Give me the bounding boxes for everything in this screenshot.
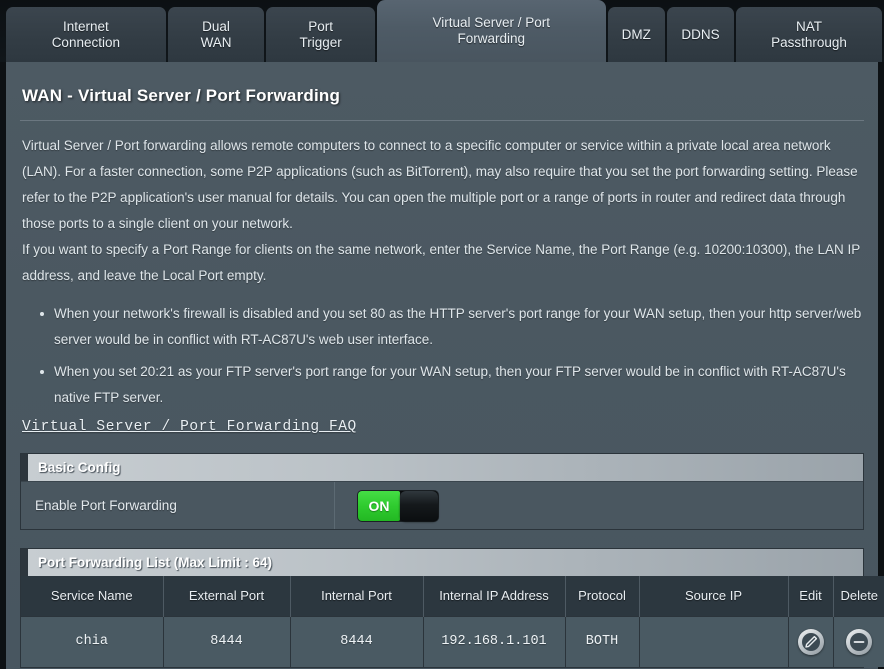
enable-port-forwarding-toggle[interactable]: ON [357,489,439,522]
column-header-edit: Edit [788,576,834,616]
note-item: When you set 20:21 as your FTP server's … [40,359,864,411]
basic-config-body: Enable Port Forwarding ON [21,481,863,529]
toggle-on-label: ON [358,490,400,521]
table-body: chia 8444 8444 192.168.1.101 BOTH [21,615,884,667]
table-row: chia 8444 8444 192.168.1.101 BOTH [21,615,884,667]
basic-config-header: Basic Config [21,454,863,481]
basic-config-section: Basic Config Enable Port Forwarding ON [20,453,864,530]
tab-dual-wan[interactable]: Dual WAN [167,7,265,62]
tab-port-trigger[interactable]: Port Trigger [266,7,375,62]
port-forwarding-table: Service Name External Port Internal Port… [21,576,884,667]
enable-port-forwarding-label: Enable Port Forwarding [21,482,335,529]
column-header-internal-ip-address: Internal IP Address [423,576,566,616]
cell-source-ip [639,615,789,667]
router-admin-page: Internet Connection Dual WAN Port Trigge… [0,0,884,669]
faq-link[interactable]: Virtual Server / Port Forwarding FAQ [22,419,357,435]
tab-label: DMZ [621,26,651,42]
tab-label: Dual WAN [200,18,232,50]
tab-label: NAT Passthrough [771,18,847,50]
description-block: Virtual Server / Port forwarding allows … [16,121,868,289]
main-panel: WAN - Virtual Server / Port Forwarding V… [0,62,884,669]
minus-circle-icon[interactable] [846,628,873,655]
port-forwarding-list-header-label: Port Forwarding List (Max Limit : 64) [38,555,273,570]
description-paragraph-2: If you want to specify a Port Range for … [22,242,860,283]
page-title: WAN - Virtual Server / Port Forwarding [22,86,341,105]
column-header-protocol: Protocol [565,576,640,616]
port-forwarding-list-header: Port Forwarding List (Max Limit : 64) [21,549,863,576]
cell-edit [788,615,834,667]
tab-label: Internet Connection [51,18,120,50]
column-header-service-name: Service Name [21,576,164,616]
table-header: Service Name External Port Internal Port… [21,576,884,616]
enable-port-forwarding-control: ON [335,482,863,529]
cell-service-name: chia [21,615,164,667]
note-item: When your network's firewall is disabled… [40,301,864,353]
pencil-icon[interactable] [797,628,824,655]
description-paragraph-1: Virtual Server / Port forwarding allows … [22,138,858,231]
tab-nat-passthrough[interactable]: NAT Passthrough [736,7,883,62]
column-header-internal-port: Internal Port [290,576,424,616]
cell-internal-port: 8444 [290,615,424,667]
toggle-knob[interactable] [400,490,438,521]
tab-label: Port Trigger [299,18,342,50]
cell-delete [833,615,884,667]
tab-virtual-server-port-forwarding[interactable]: Virtual Server / Port Forwarding [376,0,606,62]
tab-internet-connection[interactable]: Internet Connection [6,7,166,62]
cell-protocol: BOTH [565,615,640,667]
cell-internal-ip-address: 192.168.1.101 [423,615,566,667]
panel-inner: WAN - Virtual Server / Port Forwarding V… [6,62,884,668]
column-header-delete: Delete [833,576,884,616]
column-header-source-ip: Source IP [639,576,789,616]
port-forwarding-list-section: Port Forwarding List (Max Limit : 64) Se… [20,548,884,668]
tab-label: Virtual Server / Port Forwarding [432,15,551,46]
wan-tab-bar: Internet Connection Dual WAN Port Trigge… [0,0,884,62]
table-header-row: Service Name External Port Internal Port… [21,576,884,616]
column-header-external-port: External Port [163,576,291,616]
cell-external-port: 8444 [163,615,291,667]
tab-dmz[interactable]: DMZ [607,7,665,62]
tab-label: DDNS [681,26,720,42]
tab-ddns[interactable]: DDNS [666,7,735,62]
basic-config-header-label: Basic Config [38,460,121,475]
notes-list: When your network's firewall is disabled… [16,289,868,411]
